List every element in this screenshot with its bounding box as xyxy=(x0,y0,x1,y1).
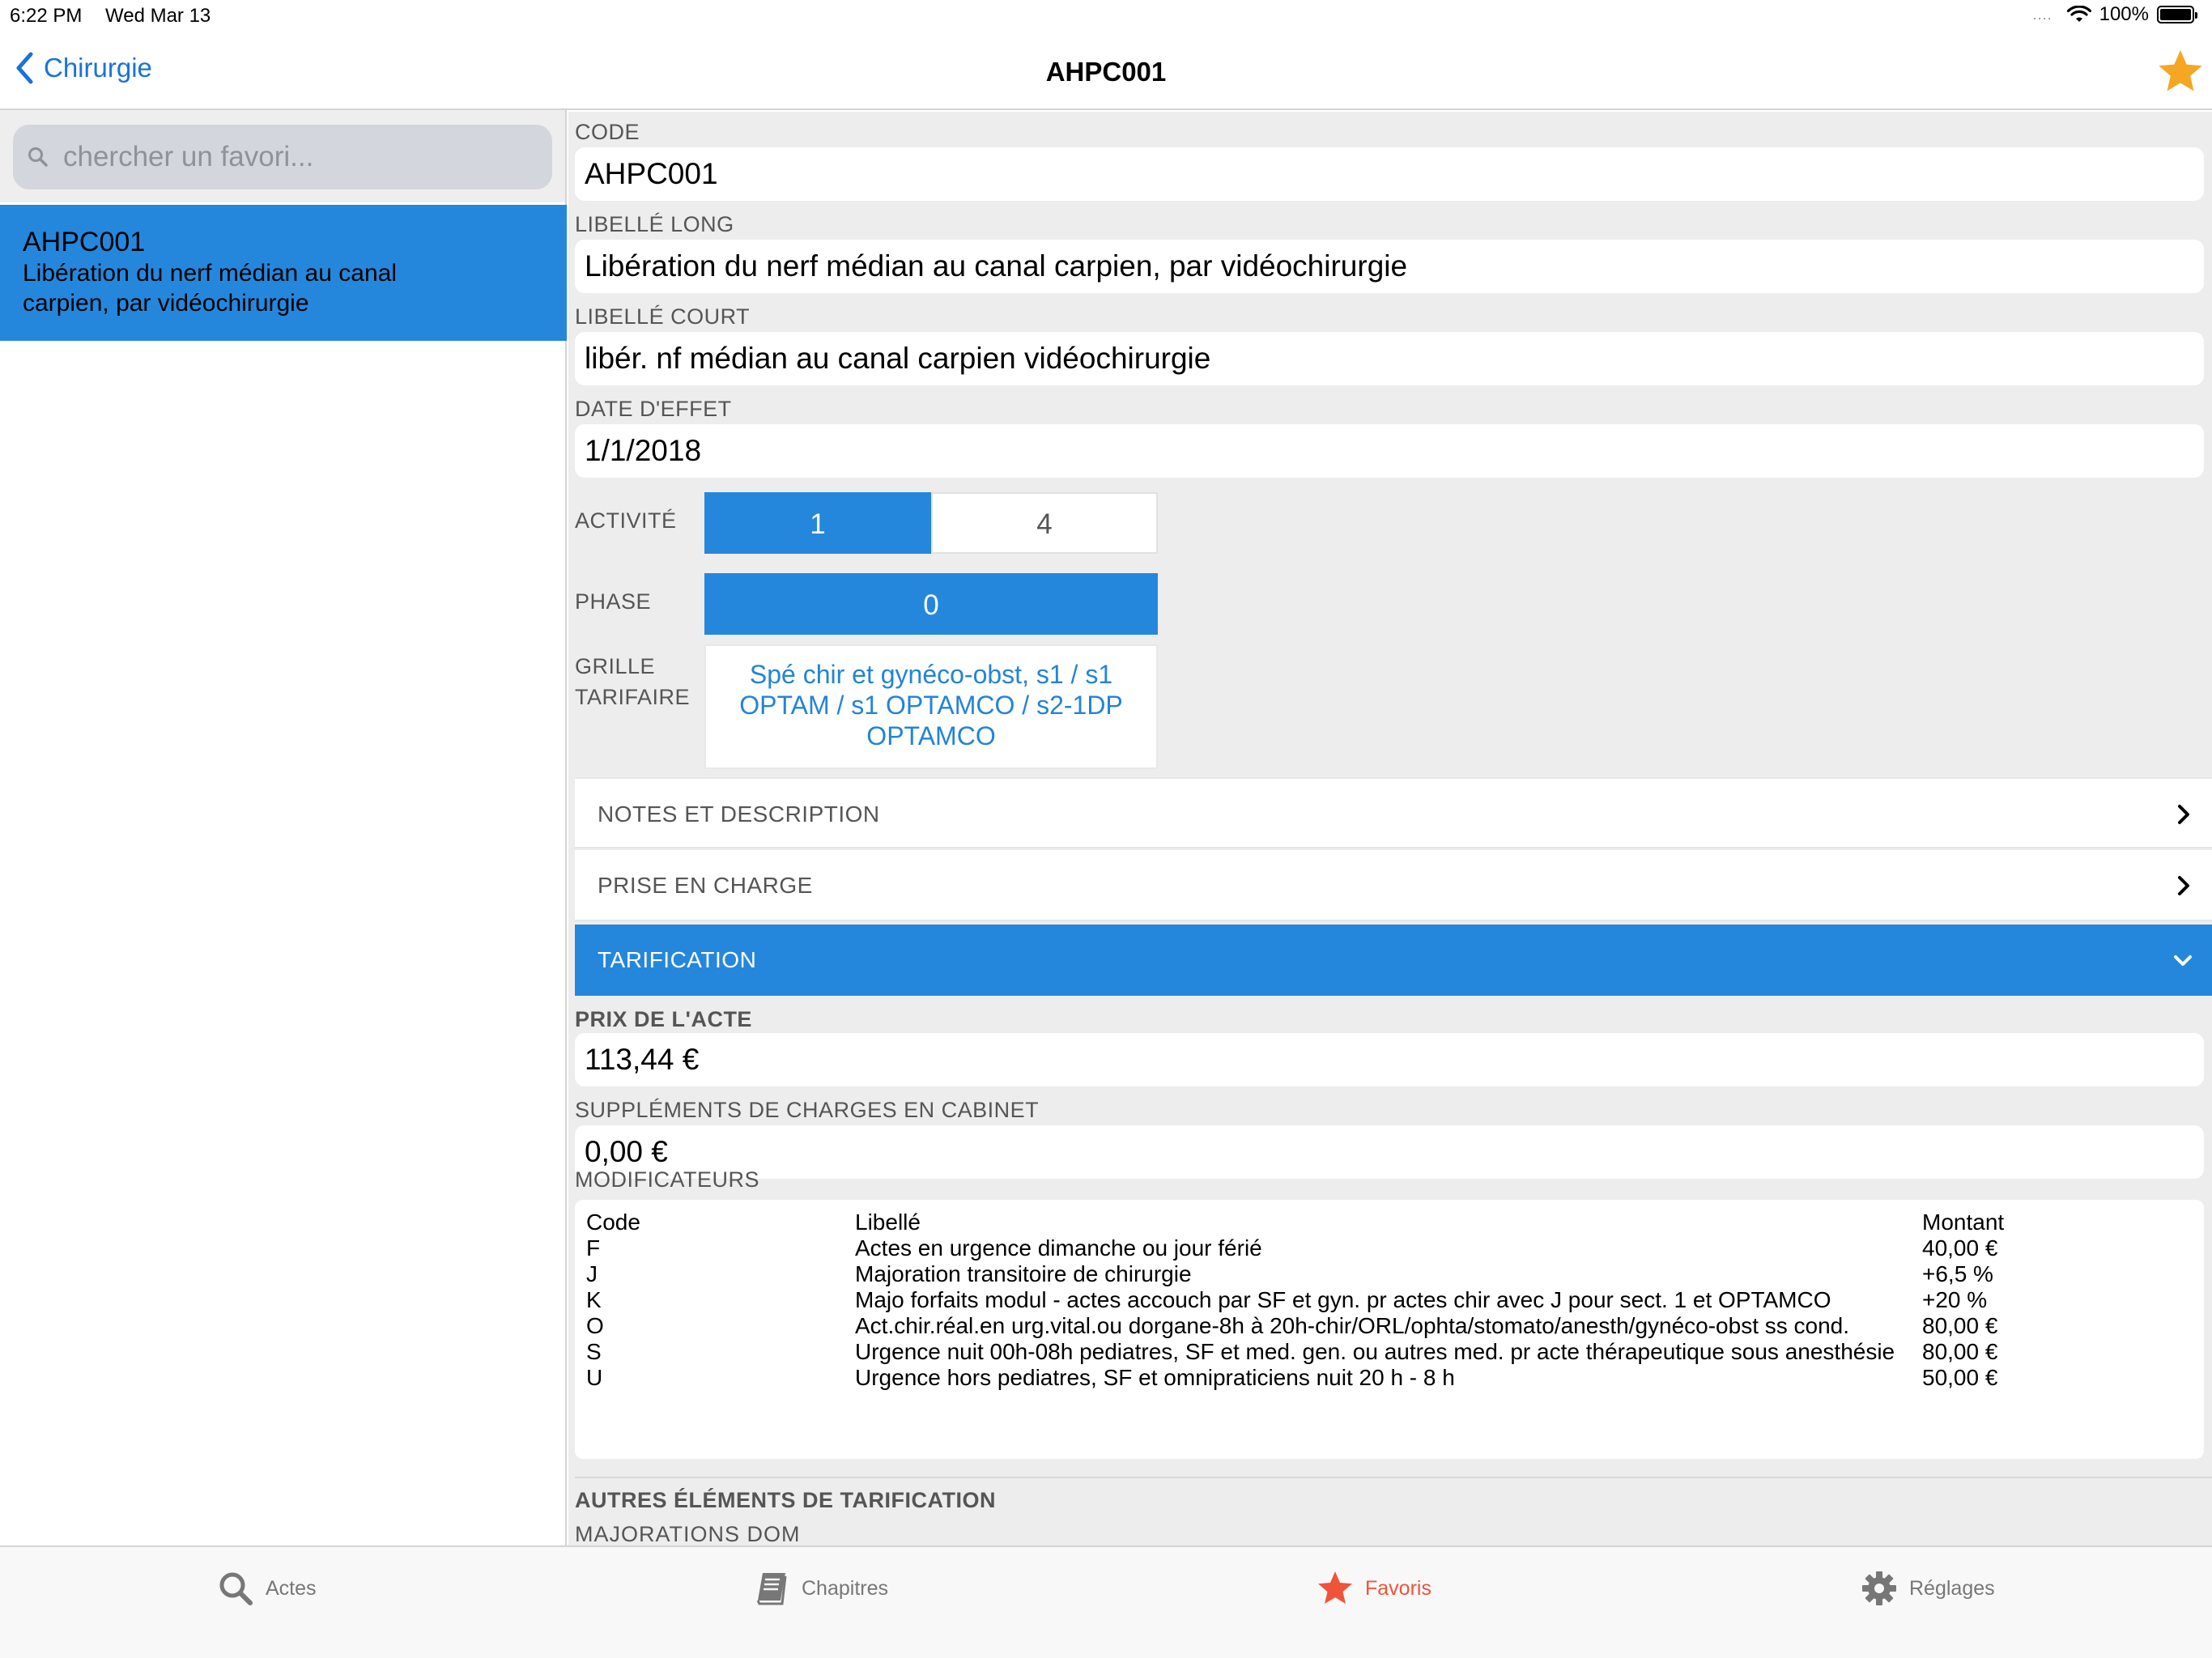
search-icon xyxy=(28,147,48,167)
modificateur-code: J xyxy=(586,1261,598,1286)
favorites-sidebar: AHPC001 Libération du nerf médian au can… xyxy=(0,110,567,1545)
modificateur-montant: +20 % xyxy=(1922,1287,1988,1312)
search-bar xyxy=(13,125,552,189)
section-prise-en-charge[interactable]: PRISE EN CHARGE xyxy=(575,850,2212,921)
favorite-star-icon[interactable] xyxy=(2157,49,2204,94)
libelle-long-field: Libération du nerf médian au canal carpi… xyxy=(575,240,2204,293)
modificateur-libelle: Majo forfaits modul - actes accouch par … xyxy=(855,1287,1831,1312)
favorite-list-item[interactable]: AHPC001 Libération du nerf médian au can… xyxy=(0,205,567,341)
grille-label-line1: GRILLE xyxy=(575,654,656,678)
supplements-label: SUPPLÉMENTS DE CHARGES EN CABINET xyxy=(575,1098,1040,1122)
section-tarification-label: TARIFICATION xyxy=(598,947,757,972)
modificateur-code: O xyxy=(586,1313,604,1338)
table-row: J Majoration transitoire de chirurgie +6… xyxy=(586,1261,2084,1287)
section-notes-label: NOTES ET DESCRIPTION xyxy=(598,801,880,827)
modificateur-code: K xyxy=(586,1287,602,1312)
navigation-bar: Chirurgie AHPC001 xyxy=(0,34,2212,110)
column-header-libelle: Libellé xyxy=(855,1209,921,1235)
majorations-dom-label: MAJORATIONS DOM xyxy=(575,1522,801,1545)
modificateur-libelle: Urgence hors pediatres, SF et omnipratic… xyxy=(855,1365,1455,1390)
table-row: O Act.chir.réal.en urg.vital.ou dorgane-… xyxy=(586,1313,2084,1339)
search-bar-container xyxy=(0,110,565,202)
supplements-field: 0,00 € xyxy=(575,1125,2204,1179)
activite-segment-1[interactable]: 1 xyxy=(704,492,931,554)
chevron-down-icon xyxy=(2174,955,2192,966)
table-header-row: Code Libellé Montant xyxy=(586,1209,2084,1235)
column-header-montant: Montant xyxy=(1922,1209,2005,1235)
activite-segment-4[interactable]: 4 xyxy=(931,492,1158,554)
modificateur-libelle: Act.chir.réal.en urg.vital.ou dorgane-8h… xyxy=(855,1313,1850,1338)
modificateur-montant: 40,00 € xyxy=(1922,1235,1998,1261)
libelle-court-field: libér. nf médian au canal carpien vidéoc… xyxy=(575,332,2204,385)
tab-favoris-label: Favoris xyxy=(1365,1576,1431,1600)
grille-label-line2: TARIFAIRE xyxy=(575,685,691,709)
modificateurs-table: Code Libellé Montant F Actes en urgence … xyxy=(586,1209,2084,1391)
chevron-right-icon xyxy=(2178,805,2189,824)
libelle-court-label: LIBELLÉ COURT xyxy=(575,304,751,329)
autres-elements-label: AUTRES ÉLÉMENTS DE TARIFICATION xyxy=(575,1488,996,1512)
phase-label: PHASE xyxy=(575,589,652,614)
favorite-item-label: Libération du nerf médian au canal carpi… xyxy=(23,260,397,317)
wifi-icon xyxy=(2066,6,2091,22)
modificateur-code: F xyxy=(586,1235,601,1261)
date-effet-field: 1/1/2018 xyxy=(575,424,2204,478)
modificateur-code: U xyxy=(586,1365,603,1390)
battery-icon xyxy=(2157,6,2197,23)
modificateur-libelle: Urgence nuit 00h-08h pediatres, SF et me… xyxy=(855,1339,1895,1364)
activite-label: ACTIVITÉ xyxy=(575,508,677,533)
table-row: K Majo forfaits modul - actes accouch pa… xyxy=(586,1287,2084,1313)
modificateur-montant: +6,5 % xyxy=(1922,1261,1993,1286)
phase-segment-0[interactable]: 0 xyxy=(704,573,1158,635)
section-notes-description[interactable]: NOTES ET DESCRIPTION xyxy=(575,777,2212,848)
libelle-long-label: LIBELLÉ LONG xyxy=(575,212,734,236)
code-label: CODE xyxy=(575,120,640,144)
column-header-code: Code xyxy=(586,1209,640,1235)
section-tarification[interactable]: TARIFICATION xyxy=(575,925,2212,996)
book-icon xyxy=(756,1573,787,1605)
modificateur-libelle: Actes en urgence dimanche ou jour férié xyxy=(855,1235,1262,1261)
table-row: F Actes en urgence dimanche ou jour féri… xyxy=(586,1235,2084,1261)
detail-pane: CODE AHPC001 LIBELLÉ LONG Libération du … xyxy=(568,112,2212,1545)
page-title: AHPC001 xyxy=(1045,57,1167,87)
star-icon xyxy=(1318,1571,1352,1604)
table-row: S Urgence nuit 00h-08h pediatres, SF et … xyxy=(586,1339,2084,1365)
date-effet-label: DATE D'EFFET xyxy=(575,397,732,421)
code-field: AHPC001 xyxy=(575,147,2204,201)
chevron-right-icon xyxy=(2178,876,2189,895)
table-row: U Urgence hors pediatres, SF et omniprat… xyxy=(586,1365,2084,1391)
tab-reglages[interactable]: Réglages xyxy=(1861,1570,1995,1607)
section-divider xyxy=(575,1477,2212,1478)
grille-tarifaire-value[interactable]: Spé chir et gynéco-obst, s1 / s1 OPTAM /… xyxy=(704,644,1158,769)
modificateurs-table-container: Code Libellé Montant F Actes en urgence … xyxy=(575,1200,2204,1459)
tab-bar: Actes Chapitres Favoris Réglages xyxy=(0,1545,2212,1658)
tab-chapitres-label: Chapitres xyxy=(802,1576,888,1600)
search-input[interactable] xyxy=(63,141,517,173)
prix-acte-field: 113,44 € xyxy=(575,1033,2204,1086)
battery-percent: 100% xyxy=(2099,3,2149,25)
tab-chapitres[interactable]: Chapitres xyxy=(753,1570,888,1607)
status-time: 6:22 PM xyxy=(10,5,83,27)
search-icon xyxy=(219,1572,253,1605)
status-right: .... 100% xyxy=(2032,3,2197,26)
tab-actes-label: Actes xyxy=(266,1576,317,1600)
prix-acte-label: PRIX DE L'ACTE xyxy=(575,1007,752,1031)
modificateur-montant: 50,00 € xyxy=(1922,1365,1998,1390)
modificateur-code: S xyxy=(586,1339,602,1364)
tab-reglages-label: Réglages xyxy=(1909,1576,1995,1600)
signal-indicator: .... xyxy=(2032,6,2052,23)
tab-actes[interactable]: Actes xyxy=(217,1570,317,1607)
status-bar: 6:22 PM Wed Mar 13 .... 100% xyxy=(0,0,2212,34)
gear-icon xyxy=(1862,1571,1896,1605)
modificateur-montant: 80,00 € xyxy=(1922,1339,1998,1364)
modificateur-montant: 80,00 € xyxy=(1922,1313,1998,1338)
favorite-item-code: AHPC001 xyxy=(23,227,146,257)
tab-favoris[interactable]: Favoris xyxy=(1317,1570,1431,1607)
section-prise-label: PRISE EN CHARGE xyxy=(598,873,813,898)
modificateurs-label: MODIFICATEURS xyxy=(575,1167,759,1192)
status-date: Wed Mar 13 xyxy=(105,5,211,27)
modificateur-libelle: Majoration transitoire de chirurgie xyxy=(855,1261,1192,1286)
